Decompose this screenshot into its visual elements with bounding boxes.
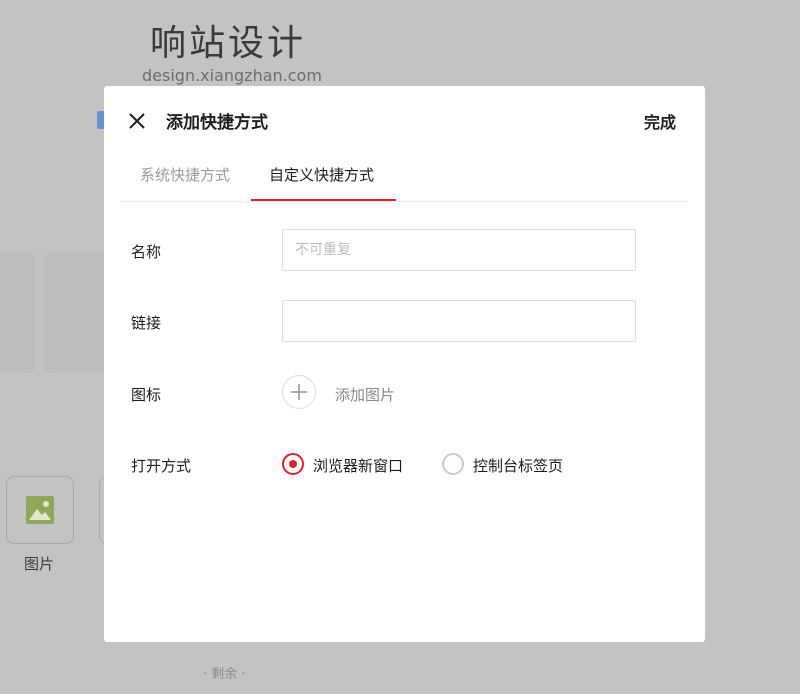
brand-url: design.xiangzhan.com bbox=[142, 66, 322, 85]
name-label: 名称 bbox=[131, 243, 162, 261]
close-icon bbox=[129, 113, 145, 129]
link-label: 链接 bbox=[131, 314, 162, 332]
tab-system-shortcuts[interactable]: 系统快捷方式 bbox=[140, 164, 230, 185]
dialog-title: 添加快捷方式 bbox=[166, 113, 268, 133]
close-button[interactable] bbox=[126, 110, 148, 132]
brand-title: 响站设计 bbox=[150, 23, 307, 64]
radio-new-browser-window-label[interactable]: 浏览器新窗口 bbox=[313, 455, 403, 476]
active-tab-indicator bbox=[251, 199, 396, 201]
icon-label: 图标 bbox=[131, 386, 162, 404]
name-input[interactable] bbox=[282, 229, 636, 271]
remaining-label: · 剩余 · bbox=[203, 667, 246, 682]
add-image-button[interactable] bbox=[282, 375, 316, 409]
tab-custom-shortcuts[interactable]: 自定义快捷方式 bbox=[269, 164, 374, 185]
tab-bar: 系统快捷方式 自定义快捷方式 bbox=[121, 158, 688, 202]
radio-new-browser-window[interactable] bbox=[282, 453, 304, 475]
background-card bbox=[0, 253, 35, 373]
app-tile-label: 图片 bbox=[24, 555, 55, 573]
open-mode-label: 打开方式 bbox=[131, 457, 192, 475]
radio-console-tab-label[interactable]: 控制台标签页 bbox=[473, 455, 563, 476]
link-input[interactable] bbox=[282, 300, 636, 342]
plus-icon bbox=[291, 384, 307, 400]
app-tile-image bbox=[6, 476, 74, 544]
add-shortcut-dialog: 添加快捷方式 完成 系统快捷方式 自定义快捷方式 名称 链接 图标 添加图片 打… bbox=[104, 86, 705, 642]
radio-console-tab[interactable] bbox=[442, 453, 464, 475]
done-button[interactable]: 完成 bbox=[644, 109, 676, 133]
image-icon bbox=[26, 496, 54, 524]
add-image-label[interactable]: 添加图片 bbox=[335, 384, 395, 405]
